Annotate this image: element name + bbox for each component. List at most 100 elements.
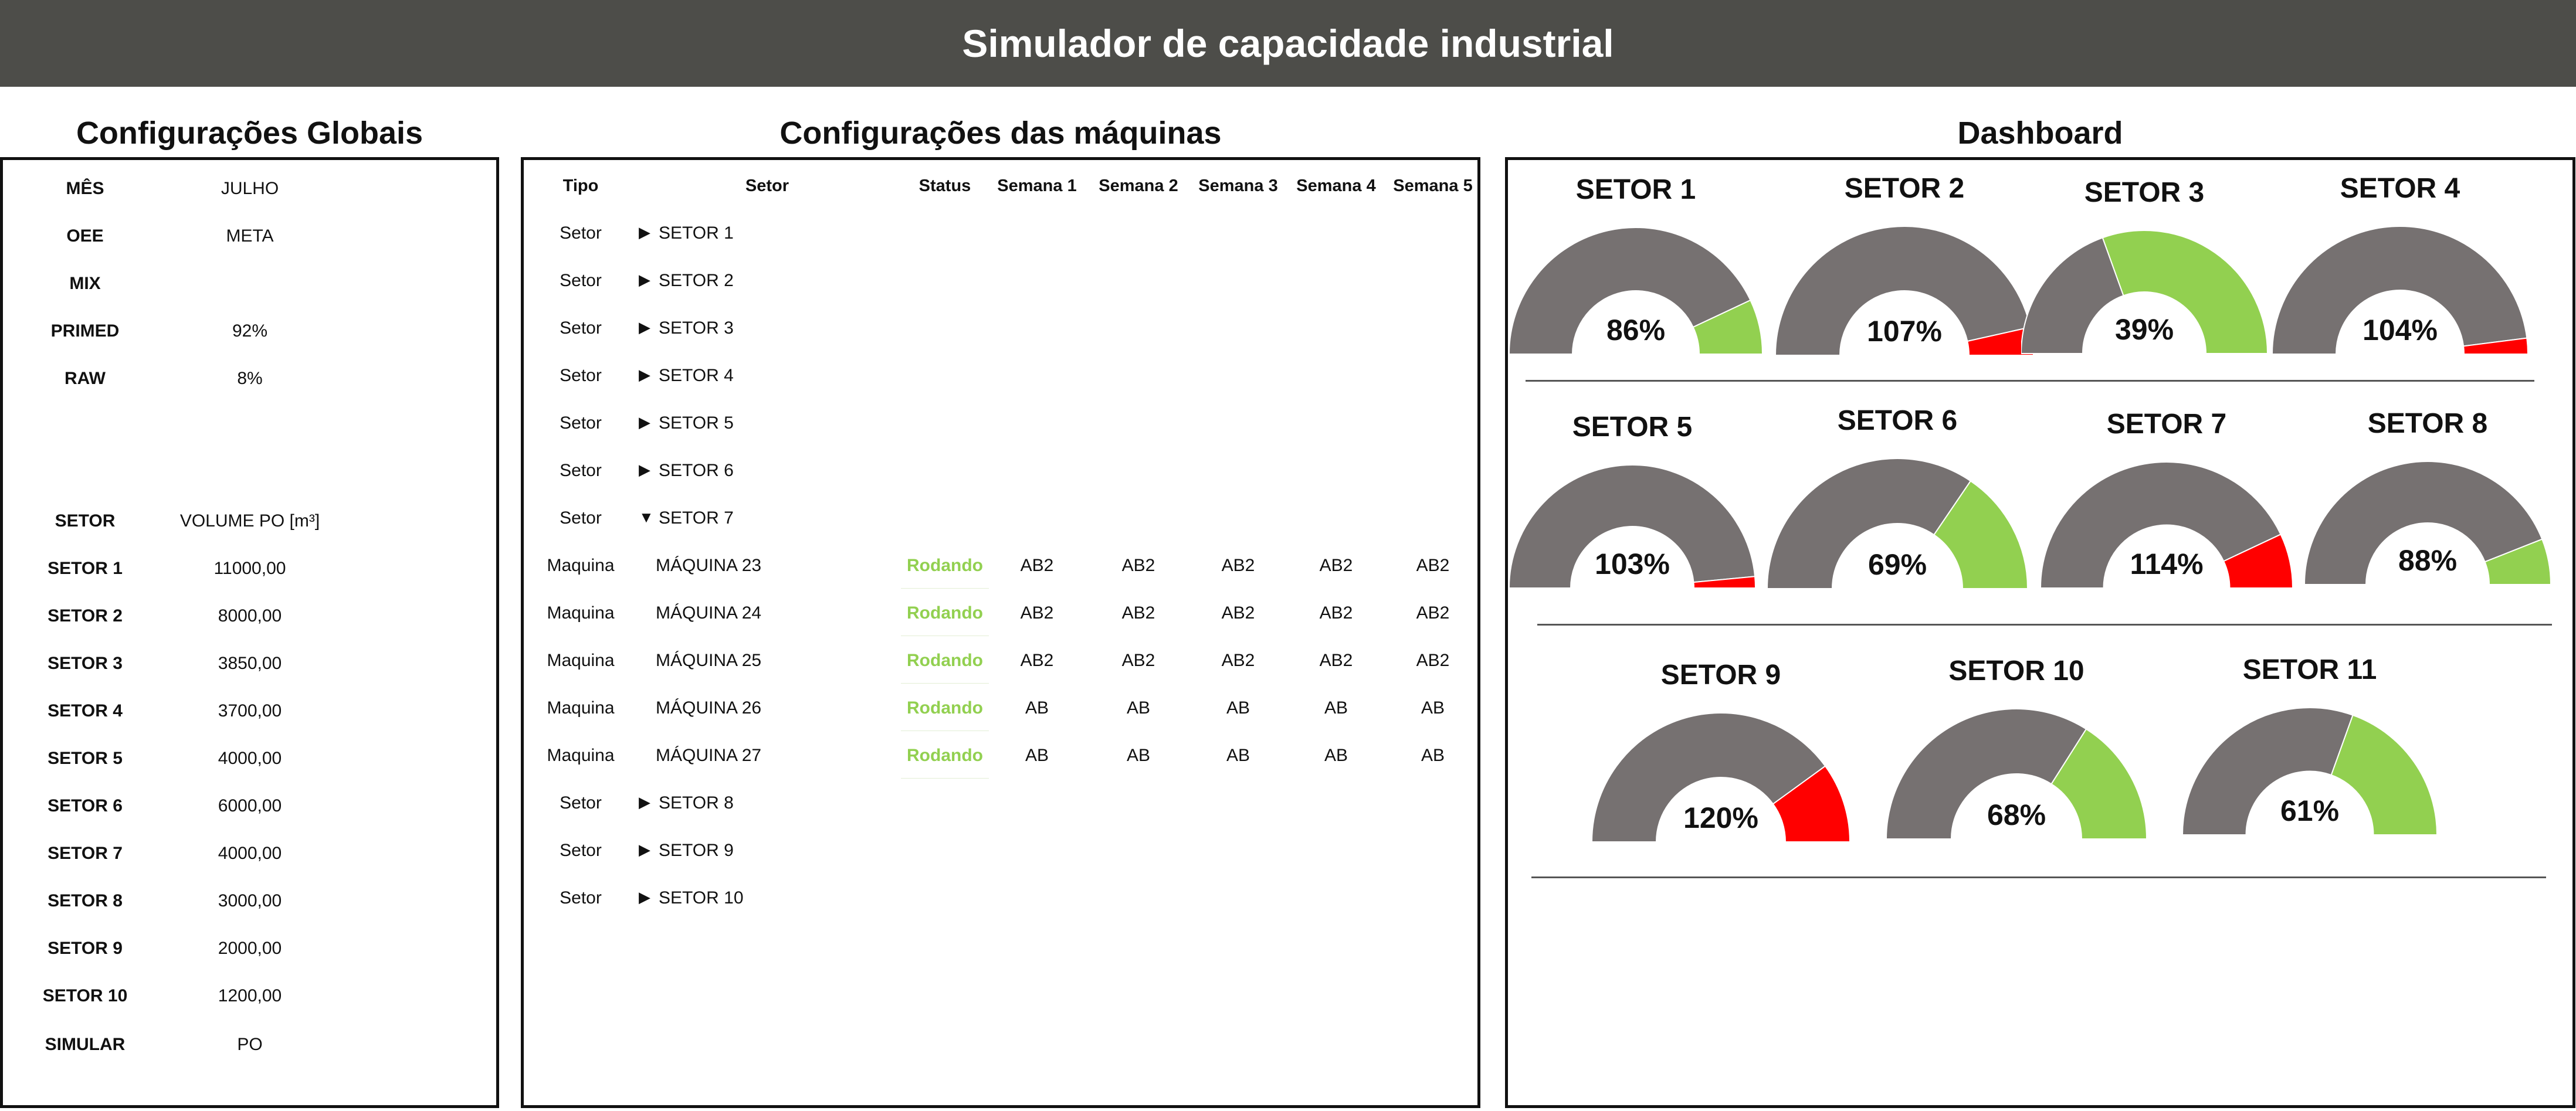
volume-value[interactable]: 8000,00 [218, 606, 282, 626]
global-setting-value[interactable]: 8% [237, 369, 262, 389]
expand-toggle-icon[interactable]: ▶ [639, 366, 650, 384]
week-value[interactable]: AB2 [1222, 603, 1255, 623]
gauge-setor-8: SETOR 8 88% [2303, 408, 2552, 589]
volume-value[interactable]: 1200,00 [218, 986, 282, 1006]
week-value[interactable]: AB2 [1320, 603, 1353, 623]
gauge-value: 39% [2114, 313, 2174, 346]
sector-name[interactable]: SETOR 6 [659, 461, 734, 481]
week-value[interactable]: AB [1226, 698, 1250, 718]
gauge-title: SETOR 5 [1572, 412, 1693, 443]
expand-toggle-icon[interactable]: ▼ [639, 508, 654, 526]
week-value[interactable]: AB2 [1416, 603, 1450, 623]
volume-value[interactable]: 3000,00 [218, 891, 282, 911]
gauge-title: SETOR 9 [1660, 660, 1781, 691]
gauge-value: 88% [2398, 544, 2458, 577]
row-type: Setor [560, 318, 602, 338]
gauge-value: 69% [1867, 548, 1927, 581]
volume-value[interactable]: 4000,00 [218, 749, 282, 769]
machine-name: MÁQUINA 23 [656, 556, 762, 575]
week-value[interactable]: AB2 [1122, 556, 1155, 576]
sector-name[interactable]: SETOR 10 [659, 888, 744, 908]
week-value[interactable]: AB [1324, 746, 1348, 766]
volume-value[interactable]: 11000,00 [214, 559, 286, 579]
gauge-title: SETOR 3 [2084, 177, 2205, 208]
column-header: Semana 4 [1296, 176, 1376, 195]
volume-value[interactable]: 3700,00 [218, 701, 282, 721]
volume-value[interactable]: 2000,00 [218, 939, 282, 959]
global-setting-value[interactable]: META [226, 226, 273, 246]
machine-name: MÁQUINA 25 [656, 651, 762, 670]
sector-name[interactable]: SETOR 1 [659, 223, 734, 243]
expand-toggle-icon[interactable]: ▶ [639, 888, 650, 906]
sector-name[interactable]: SETOR 7 [659, 508, 734, 528]
gauge-setor-5: SETOR 5 103% [1508, 412, 1757, 593]
volume-value[interactable]: 4000,00 [218, 844, 282, 864]
sector-name[interactable]: SETOR 4 [659, 366, 734, 386]
expand-toggle-icon[interactable]: ▶ [639, 461, 650, 479]
volume-sector-label: SETOR 6 [48, 796, 123, 816]
machine-name: MÁQUINA 27 [656, 746, 762, 765]
week-value[interactable]: AB [1025, 698, 1049, 718]
status-badge: Rodando [907, 603, 983, 623]
expand-toggle-icon[interactable]: ▶ [639, 793, 650, 811]
gauge-setor-4: SETOR 4 104% [2271, 173, 2529, 359]
volume-sector-label: SETOR 10 [42, 986, 128, 1005]
week-value[interactable]: AB [1324, 698, 1348, 718]
week-value[interactable]: AB2 [1416, 651, 1450, 671]
volume-sector-label: SETOR 8 [48, 891, 123, 910]
sector-name[interactable]: SETOR 3 [659, 318, 734, 338]
gauge-value: 61% [2280, 794, 2340, 827]
status-divider [901, 778, 989, 779]
sector-name[interactable]: SETOR 5 [659, 413, 734, 433]
volume-value[interactable]: 3850,00 [218, 654, 282, 674]
week-value[interactable]: AB2 [1320, 651, 1353, 671]
volume-value[interactable]: 6000,00 [218, 796, 282, 816]
gauge-setor-3: SETOR 3 39% [2020, 177, 2269, 358]
week-value[interactable]: AB [1421, 746, 1445, 766]
gauge-value: 114% [2130, 548, 2204, 580]
gauge-setor-7: SETOR 7 114% [2039, 409, 2294, 593]
week-value[interactable]: AB [1127, 698, 1150, 718]
status-badge: Rodando [907, 651, 983, 670]
week-value[interactable]: AB [1226, 746, 1250, 766]
week-value[interactable]: AB2 [1416, 556, 1450, 576]
expand-toggle-icon[interactable]: ▶ [639, 841, 650, 859]
week-value[interactable]: AB2 [1222, 556, 1255, 576]
week-value[interactable]: AB2 [1122, 651, 1155, 671]
expand-toggle-icon[interactable]: ▶ [639, 318, 650, 337]
column-header: Status [918, 176, 971, 195]
gauge-value: 104% [2363, 314, 2438, 346]
sector-name[interactable]: SETOR 9 [659, 841, 734, 861]
week-value[interactable]: AB [1025, 746, 1049, 766]
gauge-value: 86% [1606, 314, 1666, 346]
week-value[interactable]: AB2 [1122, 603, 1155, 623]
volume-sector-label: SETOR 1 [48, 559, 123, 578]
row-type: Setor [560, 888, 602, 908]
sector-name[interactable]: SETOR 8 [659, 793, 734, 813]
expand-toggle-icon[interactable]: ▶ [639, 223, 650, 242]
gauge-title: SETOR 10 [1948, 655, 2084, 687]
expand-toggle-icon[interactable]: ▶ [639, 271, 650, 289]
row-type: Maquina [547, 603, 615, 623]
volume-sector-label: SETOR 4 [48, 701, 123, 721]
machine-name: MÁQUINA 24 [656, 603, 762, 623]
expand-toggle-icon[interactable]: ▶ [639, 413, 650, 432]
sector-name[interactable]: SETOR 2 [659, 271, 734, 291]
week-value[interactable]: AB [1127, 746, 1150, 766]
title-bar: Simulador de capacidade industrial [0, 0, 2576, 87]
week-value[interactable]: AB2 [1021, 556, 1054, 576]
gauge-title: SETOR 2 [1844, 173, 1965, 204]
column-header: Semana 3 [1198, 176, 1278, 195]
simulate-value[interactable]: PO [237, 1035, 262, 1055]
week-value[interactable]: AB2 [1222, 651, 1255, 671]
global-setting-value[interactable]: 92% [232, 321, 267, 341]
global-setting-value[interactable]: JULHO [221, 179, 279, 199]
simulate-label: SIMULAR [45, 1035, 126, 1054]
week-value[interactable]: AB2 [1021, 651, 1054, 671]
machine-settings-panel: Tipo Setor Status Semana 1 Semana 2 Semana 3 S… [521, 157, 1480, 1108]
dashboard-panel: SETOR 1 86% SETOR 2 107% SETOR 3 39% SETOR 4 10… [1505, 157, 2575, 1108]
week-value[interactable]: AB2 [1320, 556, 1353, 576]
week-value[interactable]: AB [1421, 698, 1445, 718]
volume-sector-label: SETOR 3 [48, 654, 123, 673]
week-value[interactable]: AB2 [1021, 603, 1054, 623]
